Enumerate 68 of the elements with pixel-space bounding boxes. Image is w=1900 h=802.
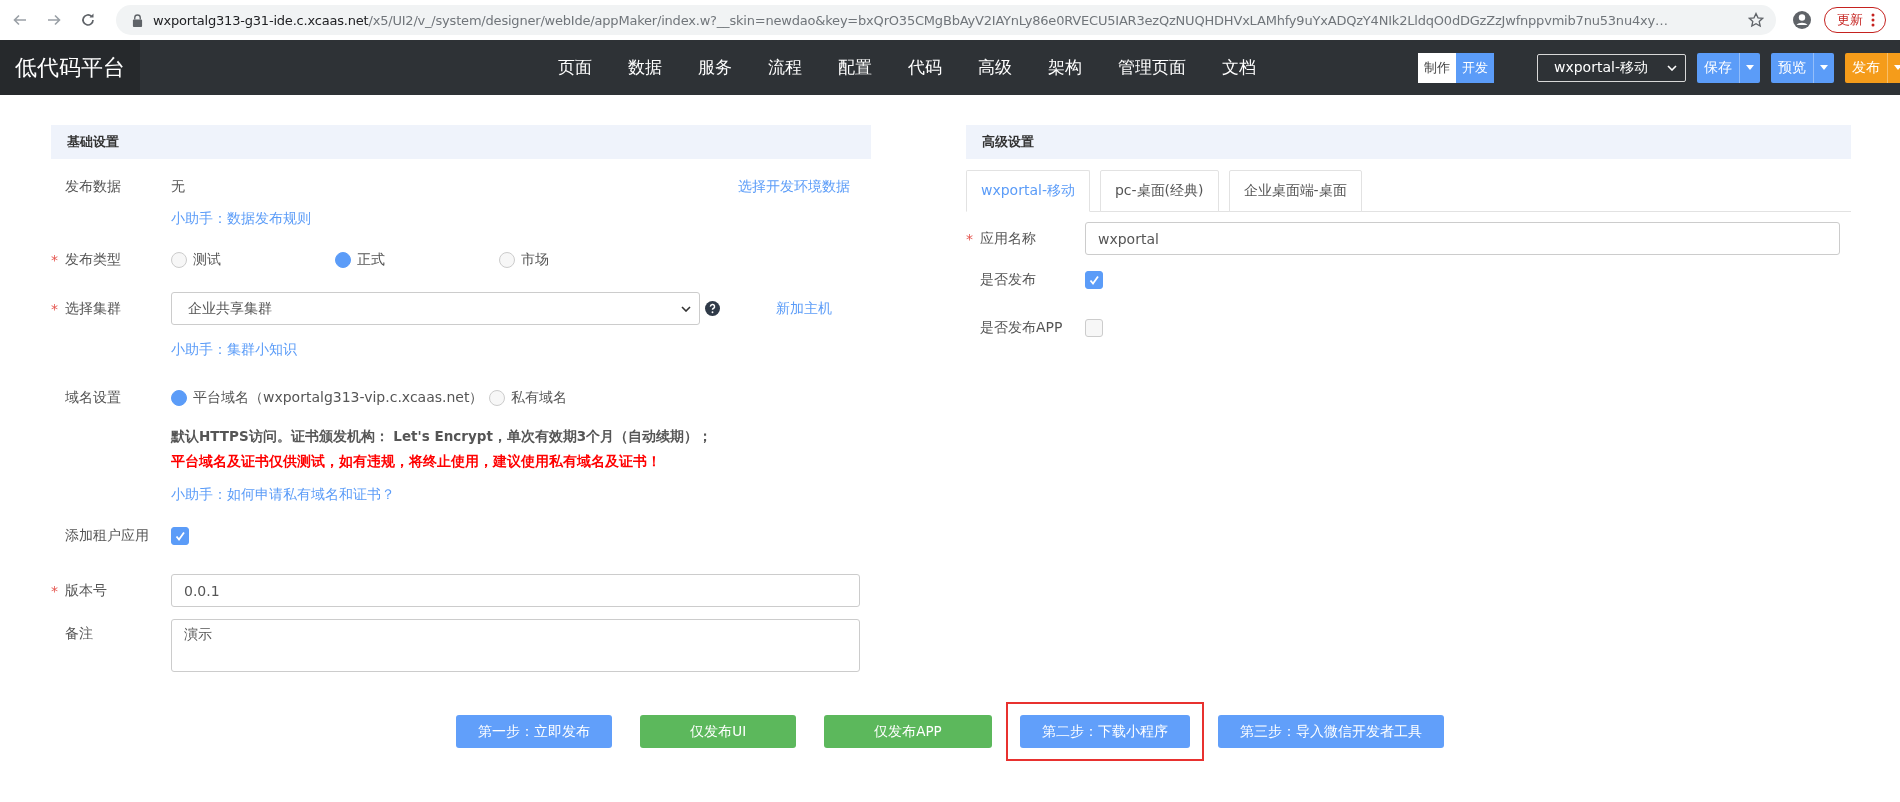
radio-label: 私有域名	[511, 389, 568, 407]
chevron-down-icon	[681, 305, 691, 312]
address-bar[interactable]: wxportalg313-g31-ide.c.xcaas.net/x5/UI2/v_/system/designer/webIde/appMaker/index.w?__skin=newdao&key=bxQrO35CMgBbAyV2IAYnLy86e0RVECU5IAR3ezQzNUQHDHVxLAMhfy9uYxADQzY4NIk2LldqO0dDGzZzJwfnppvmib7nu53nu4xy…	[116, 5, 1776, 35]
remark-field[interactable]: 演示	[171, 619, 860, 672]
radio-button[interactable]	[171, 390, 187, 406]
check-icon	[1088, 274, 1100, 286]
version-field[interactable]: 0.0.1	[171, 574, 860, 607]
caret-icon	[1820, 65, 1828, 70]
section-header: 高级设置	[966, 125, 1851, 159]
back-icon[interactable]	[12, 12, 28, 28]
caret-icon	[1746, 65, 1754, 70]
field-label: 是否发布	[980, 271, 1036, 289]
radio-button[interactable]	[335, 252, 351, 268]
reload-icon[interactable]	[80, 12, 96, 28]
lock-icon	[132, 13, 143, 27]
checkbox[interactable]	[1085, 271, 1103, 289]
star-icon[interactable]	[1748, 12, 1764, 28]
field-label: 添加租户应用	[65, 527, 149, 545]
field-label: 版本号	[65, 581, 107, 600]
nav-link[interactable]: 流程	[768, 56, 802, 79]
section-header: 基础设置	[51, 125, 871, 159]
notice-text: 默认HTTPS访问。证书颁发机构： Let's Encrypt，单次有效期3个月（自动续期）；	[171, 428, 713, 446]
required-mark: *	[51, 582, 58, 599]
help-icon[interactable]	[705, 301, 720, 316]
nav-link[interactable]: 服务	[698, 56, 732, 79]
tab[interactable]: pc-桌面(经典)	[1099, 170, 1219, 212]
nav-link[interactable]: 文档	[1222, 56, 1256, 79]
required-mark: *	[966, 230, 973, 247]
required-mark: *	[51, 300, 58, 317]
tab[interactable]: 企业桌面端-桌面	[1228, 170, 1362, 212]
account-icon[interactable]	[1792, 10, 1812, 30]
radio-label: 正式	[357, 251, 385, 269]
field-label: 是否发布APP	[980, 319, 1063, 337]
update-button[interactable]: 更新	[1824, 7, 1886, 33]
nav-link[interactable]: 架构	[1048, 56, 1082, 79]
field-value: 无	[171, 178, 185, 196]
nav-link[interactable]: 管理页面	[1118, 56, 1186, 79]
field-label: 发布数据	[65, 178, 121, 196]
app-name-field[interactable]: wxportal	[1085, 222, 1840, 255]
forward-icon[interactable]	[46, 12, 62, 28]
mode-toggle-button[interactable]: 制作	[1418, 52, 1456, 83]
logo: 低代码平台	[0, 40, 140, 95]
radio-button[interactable]	[499, 252, 515, 268]
warning-text: 平台域名及证书仅供测试，如有违规，将终止使用，建议使用私有域名及证书！	[171, 453, 661, 471]
checkbox[interactable]	[1085, 319, 1103, 337]
nav-link[interactable]: 页面	[558, 56, 592, 79]
nav-link[interactable]: 高级	[978, 56, 1012, 79]
radio-label: 平台域名（wxportalg313-vip.c.xcaas.net）	[193, 389, 484, 407]
chevron-down-icon	[1667, 64, 1677, 71]
radio-button[interactable]	[171, 252, 187, 268]
nav-link[interactable]: 数据	[628, 56, 662, 79]
check-icon	[174, 530, 186, 542]
field-label: 域名设置	[65, 389, 121, 407]
radio-label: 市场	[521, 251, 549, 269]
field-label: 应用名称	[980, 229, 1036, 248]
field-label: 选择集群	[65, 299, 121, 318]
nav-link[interactable]: 配置	[838, 56, 872, 79]
checkbox[interactable]	[171, 527, 189, 545]
field-label: 备注	[65, 625, 93, 643]
more-icon	[1871, 13, 1875, 27]
app-select[interactable]: wxportal-移动	[1537, 53, 1686, 82]
radio-button[interactable]	[489, 390, 506, 406]
radio-label: 测试	[193, 251, 221, 269]
cluster-select[interactable]: 企业共享集群	[171, 292, 700, 325]
nav-link[interactable]: 代码	[908, 56, 942, 79]
required-mark: *	[51, 252, 58, 268]
caret-icon	[1894, 65, 1900, 70]
field-label: 发布类型	[65, 251, 121, 269]
